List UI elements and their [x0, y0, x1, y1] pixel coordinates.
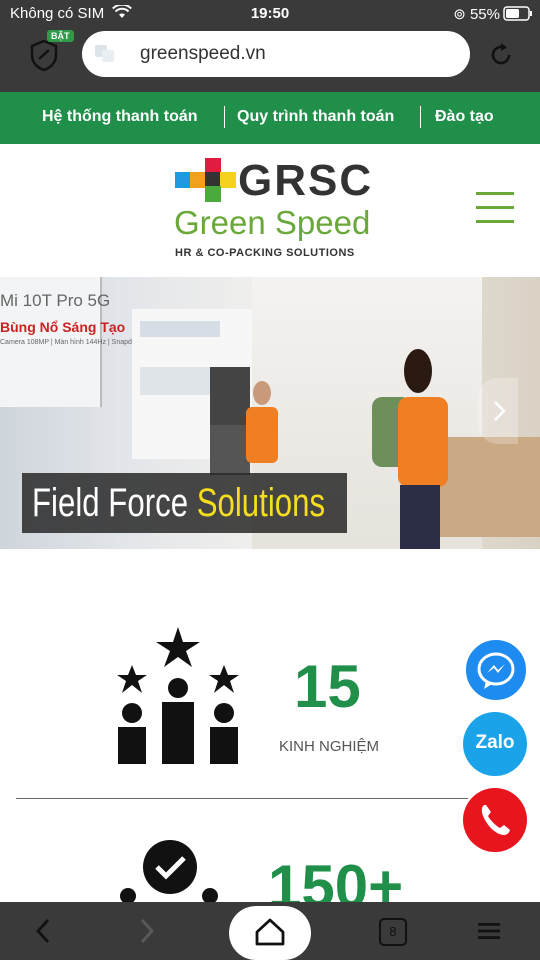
zalo-button[interactable]: Zalo: [463, 712, 527, 776]
nav-item-payment-system[interactable]: Hệ thống thanh toán: [42, 108, 198, 126]
backpack-display: [210, 367, 250, 427]
logo-grsc: GRSC: [238, 156, 374, 205]
promo-title: Mi 10T Pro 5G: [0, 291, 111, 310]
home-icon: [255, 918, 285, 946]
messenger-icon: [477, 652, 515, 689]
messenger-button[interactable]: [463, 637, 529, 703]
product-display: [210, 425, 250, 475]
product-row: [140, 321, 220, 337]
top-nav: Hệ thống thanh toán Quy trình thanh toán…: [0, 92, 540, 144]
url-text[interactable]: greenspeed.vn: [140, 43, 266, 65]
stat-number-experience: 15: [294, 653, 361, 720]
status-bar: Không có SIM 19:50 ⊚ 55%: [0, 0, 540, 28]
browser-menu-icon[interactable]: [476, 920, 502, 942]
staff-figure: [253, 381, 271, 405]
lock-rotation-icon: ⊚: [453, 6, 466, 23]
logo-tagline: HR & CO-PACKING SOLUTIONS: [175, 247, 355, 259]
staff-figure: [400, 485, 440, 549]
shield-icon[interactable]: [28, 38, 60, 72]
tabs-button[interactable]: 8: [379, 918, 407, 946]
team-stars-icon: [117, 627, 239, 764]
nav-separator: [420, 106, 421, 128]
divider: [16, 798, 468, 799]
staff-figure: [246, 407, 278, 463]
wood-counter: [440, 437, 540, 537]
verified-team-icon: [120, 840, 218, 902]
nav-item-payment-process[interactable]: Quy trình thanh toán: [237, 108, 394, 126]
nav-item-training[interactable]: Đào tạo: [435, 108, 494, 126]
battery-icon: [503, 6, 532, 21]
hamburger-menu-icon[interactable]: [476, 192, 514, 226]
nav-separator: [224, 106, 225, 128]
staff-figure: [398, 397, 448, 487]
battery-percent: ⊚ 55%: [453, 6, 500, 23]
caption-text: Field Force: [32, 481, 197, 525]
shield-status-badge: BẬT: [47, 30, 74, 42]
logo-mark[interactable]: [175, 158, 236, 202]
caption-highlight: Solutions: [196, 481, 326, 525]
promo-poster: Mi 10T Pro 5G Bùng Nổ Sáng Tạo Camera 10…: [0, 277, 170, 407]
logo-name: Green Speed: [174, 204, 371, 241]
call-button[interactable]: [463, 788, 527, 852]
stat-label-experience: KINH NGHIỆM: [279, 738, 380, 755]
translate-icon[interactable]: [94, 43, 116, 63]
promo-subtitle: Bùng Nổ Sáng Tạo: [0, 319, 126, 335]
phone-icon: [481, 805, 510, 835]
chevron-right-icon: [494, 401, 506, 421]
reload-icon[interactable]: [486, 40, 516, 70]
back-icon[interactable]: [30, 916, 58, 946]
zalo-label: Zalo: [475, 732, 515, 753]
banner-next-button[interactable]: [478, 378, 518, 444]
banner-caption: Field Force Solutions: [22, 473, 347, 533]
home-button[interactable]: [229, 906, 311, 960]
staff-figure: [404, 349, 432, 393]
product-row: [140, 367, 210, 395]
address-bar[interactable]: greenspeed.vn: [82, 31, 470, 77]
forward-icon[interactable]: [132, 916, 160, 946]
